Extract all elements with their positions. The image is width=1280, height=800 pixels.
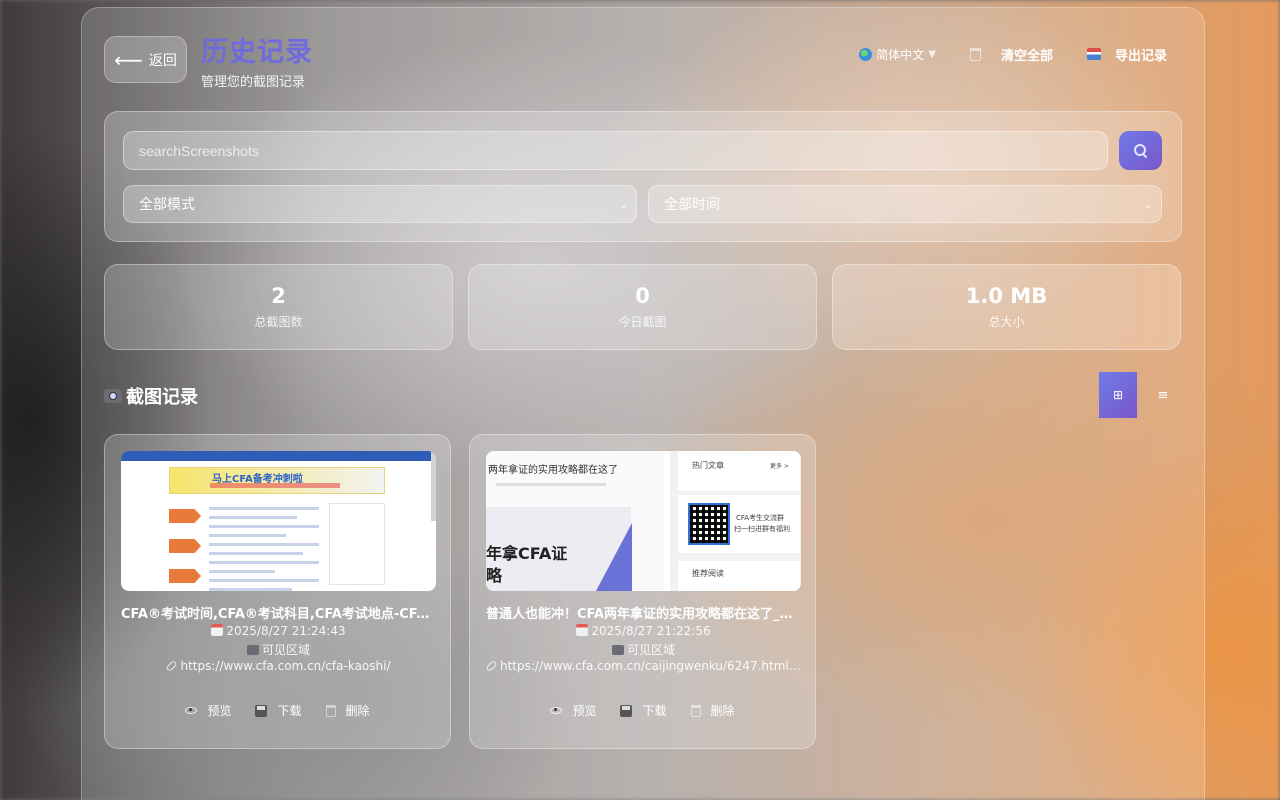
card-time: 2025/8/27 21:24:43: [121, 624, 436, 638]
screenshot-thumbnail[interactable]: 马上CFA备考冲刺啦: [121, 451, 436, 591]
thumb-more: 更多 >: [770, 463, 789, 470]
list-icon: ≡: [1157, 387, 1169, 403]
globe-icon: [859, 47, 873, 61]
thumb-sidebar: 热门文章 更多 > CFA考生交流群 扫一扫进群有福利 推荐阅读: [670, 451, 801, 591]
camera-icon: [104, 389, 122, 403]
download-button[interactable]: 下载: [255, 702, 302, 719]
link-icon: [165, 659, 178, 673]
screenshot-mode-icon: [611, 645, 624, 655]
stat-value: 0: [635, 284, 650, 309]
back-label: 返回: [148, 52, 177, 69]
screenshot-card: 两年拿证的实用攻略都在这了 年拿CFA证 略 热门文章 更多 > CFA考生交流…: [469, 434, 816, 749]
thumb-group-subtext: 扫一扫进群有福利: [734, 525, 790, 533]
card-mode: 可见区域: [121, 641, 436, 658]
export-icon: [1086, 48, 1101, 60]
stat-today-screenshots: 0 今日截图: [468, 264, 817, 350]
eye-icon: [550, 707, 563, 714]
card-title: CFA®考试时间,CFA®考试科目,CFA考试地点-CFA®考试: [121, 607, 436, 622]
card-url[interactable]: https://www.cfa.com.cn/cfa-kaoshi/: [121, 659, 436, 673]
search-button[interactable]: [1119, 131, 1162, 170]
page-title: 历史记录: [201, 37, 313, 68]
section-title-label: 截图记录: [126, 387, 198, 408]
export-button[interactable]: 导出记录: [1086, 43, 1167, 65]
stat-label: 总大小: [988, 314, 1025, 329]
time-select[interactable]: 全部时间 ⌄: [648, 185, 1162, 223]
search-input[interactable]: [123, 131, 1108, 170]
stat-value: 2: [271, 284, 286, 309]
stat-total-screenshots: 2 总截图数: [104, 264, 453, 350]
thumb-recommend: 推荐阅读: [692, 569, 724, 578]
card-time: 2025/8/27 21:22:56: [486, 624, 801, 638]
mode-select[interactable]: 全部模式 ⌄: [123, 185, 637, 223]
stat-label: 总截图数: [254, 314, 303, 329]
eye-icon: [185, 707, 198, 714]
screenshot-thumbnail[interactable]: 两年拿证的实用攻略都在这了 年拿CFA证 略 热门文章 更多 > CFA考生交流…: [486, 451, 801, 591]
thumb-hot-articles: 热门文章: [692, 461, 724, 470]
download-button[interactable]: 下载: [620, 702, 667, 719]
grid-view-button[interactable]: ⊞: [1099, 372, 1137, 418]
stat-value: 1.0 MB: [965, 284, 1048, 309]
card-actions: 预览 下载 删除: [105, 702, 450, 719]
chevron-down-icon: ⌄: [618, 197, 628, 211]
card-mode: 可见区域: [486, 641, 801, 658]
card-url[interactable]: https://www.cfa.com.cn/caijingwenku/6247…: [486, 659, 801, 673]
chevron-down-icon: ⌄: [1143, 197, 1153, 211]
thumb-article-image-text: 年拿CFA证 略: [486, 544, 568, 586]
card-actions: 预览 下载 删除: [470, 702, 815, 719]
clear-all-button[interactable]: 清空全部: [969, 43, 1053, 65]
grid-icon: ⊞: [1112, 388, 1124, 402]
language-selector[interactable]: 简体中文 ▼: [859, 43, 936, 65]
stat-label: 今日截图: [618, 314, 667, 329]
thumb-text-lines: [209, 507, 319, 591]
calendar-icon: [211, 624, 224, 636]
back-button[interactable]: ⟵ 返回: [104, 36, 187, 83]
preview-button[interactable]: 预览: [550, 702, 596, 719]
link-icon: [486, 659, 498, 673]
save-icon: [620, 704, 633, 717]
thumb-sidebar: [329, 503, 385, 585]
screenshot-card: 马上CFA备考冲刺啦 CFA®考试时间,CFA®考试科目,CFA考试地点-CFA…: [104, 434, 451, 749]
delete-button[interactable]: 删除: [325, 702, 370, 719]
stat-total-size: 1.0 MB 总大小: [832, 264, 1181, 350]
thumb-article-heading: 两年拿证的实用攻略都在这了: [488, 465, 618, 476]
trash-icon: [325, 704, 336, 717]
export-label: 导出记录: [1114, 48, 1167, 64]
section-title: 截图记录: [104, 383, 198, 409]
language-label: 简体中文: [876, 47, 925, 62]
page-subtitle: 管理您的截图记录: [201, 75, 306, 90]
clear-all-label: 清空全部: [1000, 48, 1053, 64]
thumb-article: 两年拿证的实用攻略都在这了 年拿CFA证 略: [486, 451, 664, 591]
list-view-button[interactable]: ≡: [1145, 372, 1181, 418]
thumb-group-text: CFA考生交流群: [736, 514, 785, 522]
calendar-icon: [576, 624, 589, 636]
save-icon: [255, 704, 268, 717]
qr-code-icon: [688, 503, 730, 545]
trash-icon: [690, 704, 701, 717]
delete-button[interactable]: 删除: [690, 702, 735, 719]
arrow-left-icon: ⟵: [114, 47, 143, 72]
mode-select-value: 全部模式: [139, 197, 195, 213]
trash-icon: [969, 47, 981, 61]
preview-button[interactable]: 预览: [185, 702, 231, 719]
card-title: 普通人也能冲！CFA两年拿证的实用攻略都在这了_CFA考试: [486, 607, 801, 622]
top-actions: 简体中文 ▼ 清空全部 导出记录: [859, 43, 1167, 65]
search-icon: [1133, 143, 1148, 158]
screenshot-mode-icon: [246, 645, 259, 655]
thumb-banner: 马上CFA备考冲刺啦: [169, 467, 385, 494]
caret-down-icon: ▼: [928, 48, 936, 60]
thumb-nav-bar: [121, 451, 436, 461]
time-select-value: 全部时间: [664, 197, 720, 213]
